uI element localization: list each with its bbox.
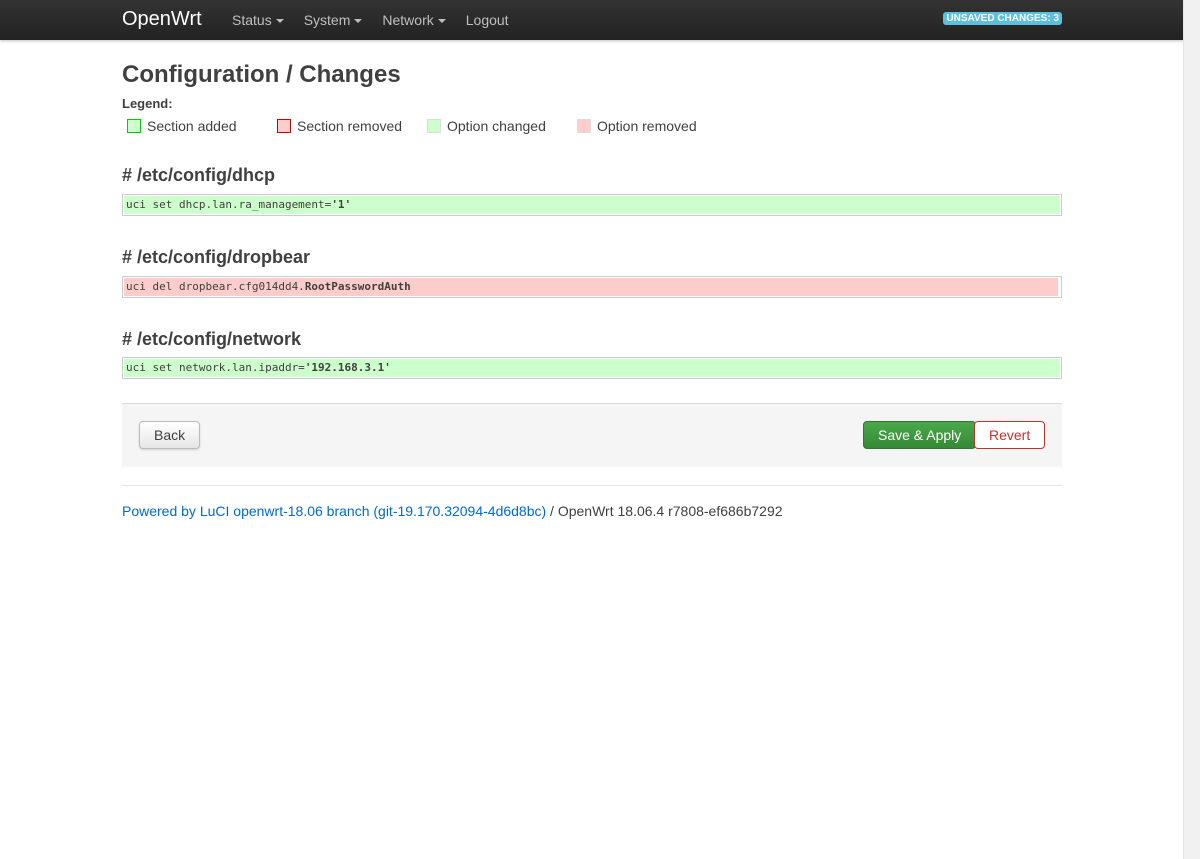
legend: Section added Section removed Option cha… xyxy=(127,117,827,135)
footer: Powered by LuCI openwrt-18.06 branch (gi… xyxy=(122,503,783,519)
uci-line-added: uci set dhcp.lan.ra_management='1' xyxy=(124,196,1060,214)
unsaved-changes-badge[interactable]: UNSAVED CHANGES: 3 xyxy=(943,12,1062,25)
uci-change-dhcp: uci set dhcp.lan.ra_management='1' xyxy=(122,194,1062,216)
form-actions: Back Save & Apply Revert xyxy=(122,403,1062,467)
legend-item-label: Option removed xyxy=(597,118,697,134)
luci-link[interactable]: Powered by LuCI openwrt-18.06 branch (gi… xyxy=(122,503,546,519)
legend-option-changed: Option changed xyxy=(427,117,546,135)
uci-value: RootPasswordAuth xyxy=(304,280,411,293)
scrollbar[interactable] xyxy=(1183,0,1200,859)
uci-value: '1' xyxy=(331,198,352,211)
uci-line-added: uci set network.lan.ipaddr='192.168.3.1' xyxy=(124,359,1060,377)
legend-section-added: Section added xyxy=(127,117,237,135)
menu-network-label: Network xyxy=(382,12,434,28)
swatch-section-added xyxy=(127,119,141,133)
menu-logout[interactable]: Logout xyxy=(456,0,519,40)
main-menu: Status System Network Logout xyxy=(222,0,519,40)
section-title-network: # /etc/config/network xyxy=(122,329,302,349)
section-title-dropbear: # /etc/config/dropbear xyxy=(122,247,311,267)
menu-system[interactable]: System xyxy=(294,0,373,40)
legend-item-label: Section added xyxy=(147,118,237,134)
uci-change-dropbear: uci del dropbear.cfg014dd4.RootPasswordA… xyxy=(122,276,1062,298)
swatch-option-removed xyxy=(577,119,591,133)
menu-status[interactable]: Status xyxy=(222,0,294,40)
uci-change-network: uci set network.lan.ipaddr='192.168.3.1' xyxy=(122,357,1062,379)
menu-system-label: System xyxy=(303,12,351,28)
brand-logo[interactable]: OpenWrt xyxy=(122,8,202,31)
legend-label: Legend: xyxy=(122,96,173,111)
chevron-down-icon xyxy=(354,19,363,23)
section-title-dhcp: # /etc/config/dhcp xyxy=(122,165,276,185)
legend-section-removed: Section removed xyxy=(277,117,402,135)
uci-line-removed: uci del dropbear.cfg014dd4.RootPasswordA… xyxy=(124,278,1058,296)
legend-item-label: Option changed xyxy=(447,118,546,134)
menu-status-label: Status xyxy=(232,12,272,28)
chevron-down-icon xyxy=(437,19,446,23)
uci-command: uci set network.lan.ipaddr= xyxy=(126,361,305,374)
back-button[interactable]: Back xyxy=(139,421,201,449)
footer-divider xyxy=(122,485,1062,486)
uci-command: uci del dropbear.cfg014dd4. xyxy=(126,280,305,293)
uci-command: uci set dhcp.lan.ra_management= xyxy=(126,198,332,211)
swatch-section-removed xyxy=(277,119,291,133)
menu-logout-label: Logout xyxy=(465,12,509,28)
legend-option-removed: Option removed xyxy=(577,117,697,135)
swatch-option-changed xyxy=(427,119,441,133)
save-apply-button[interactable]: Save & Apply xyxy=(863,421,977,449)
legend-item-label: Section removed xyxy=(297,118,403,134)
menu-network[interactable]: Network xyxy=(372,0,455,40)
top-navbar: OpenWrt Status System Network Logout UNS… xyxy=(0,0,1184,40)
chevron-down-icon xyxy=(275,19,284,23)
firmware-version: / OpenWrt 18.06.4 r7808-ef686b7292 xyxy=(546,503,783,519)
uci-value: '192.168.3.1' xyxy=(304,361,391,374)
page-title: Configuration / Changes xyxy=(122,61,401,88)
revert-button[interactable]: Revert xyxy=(974,421,1046,449)
